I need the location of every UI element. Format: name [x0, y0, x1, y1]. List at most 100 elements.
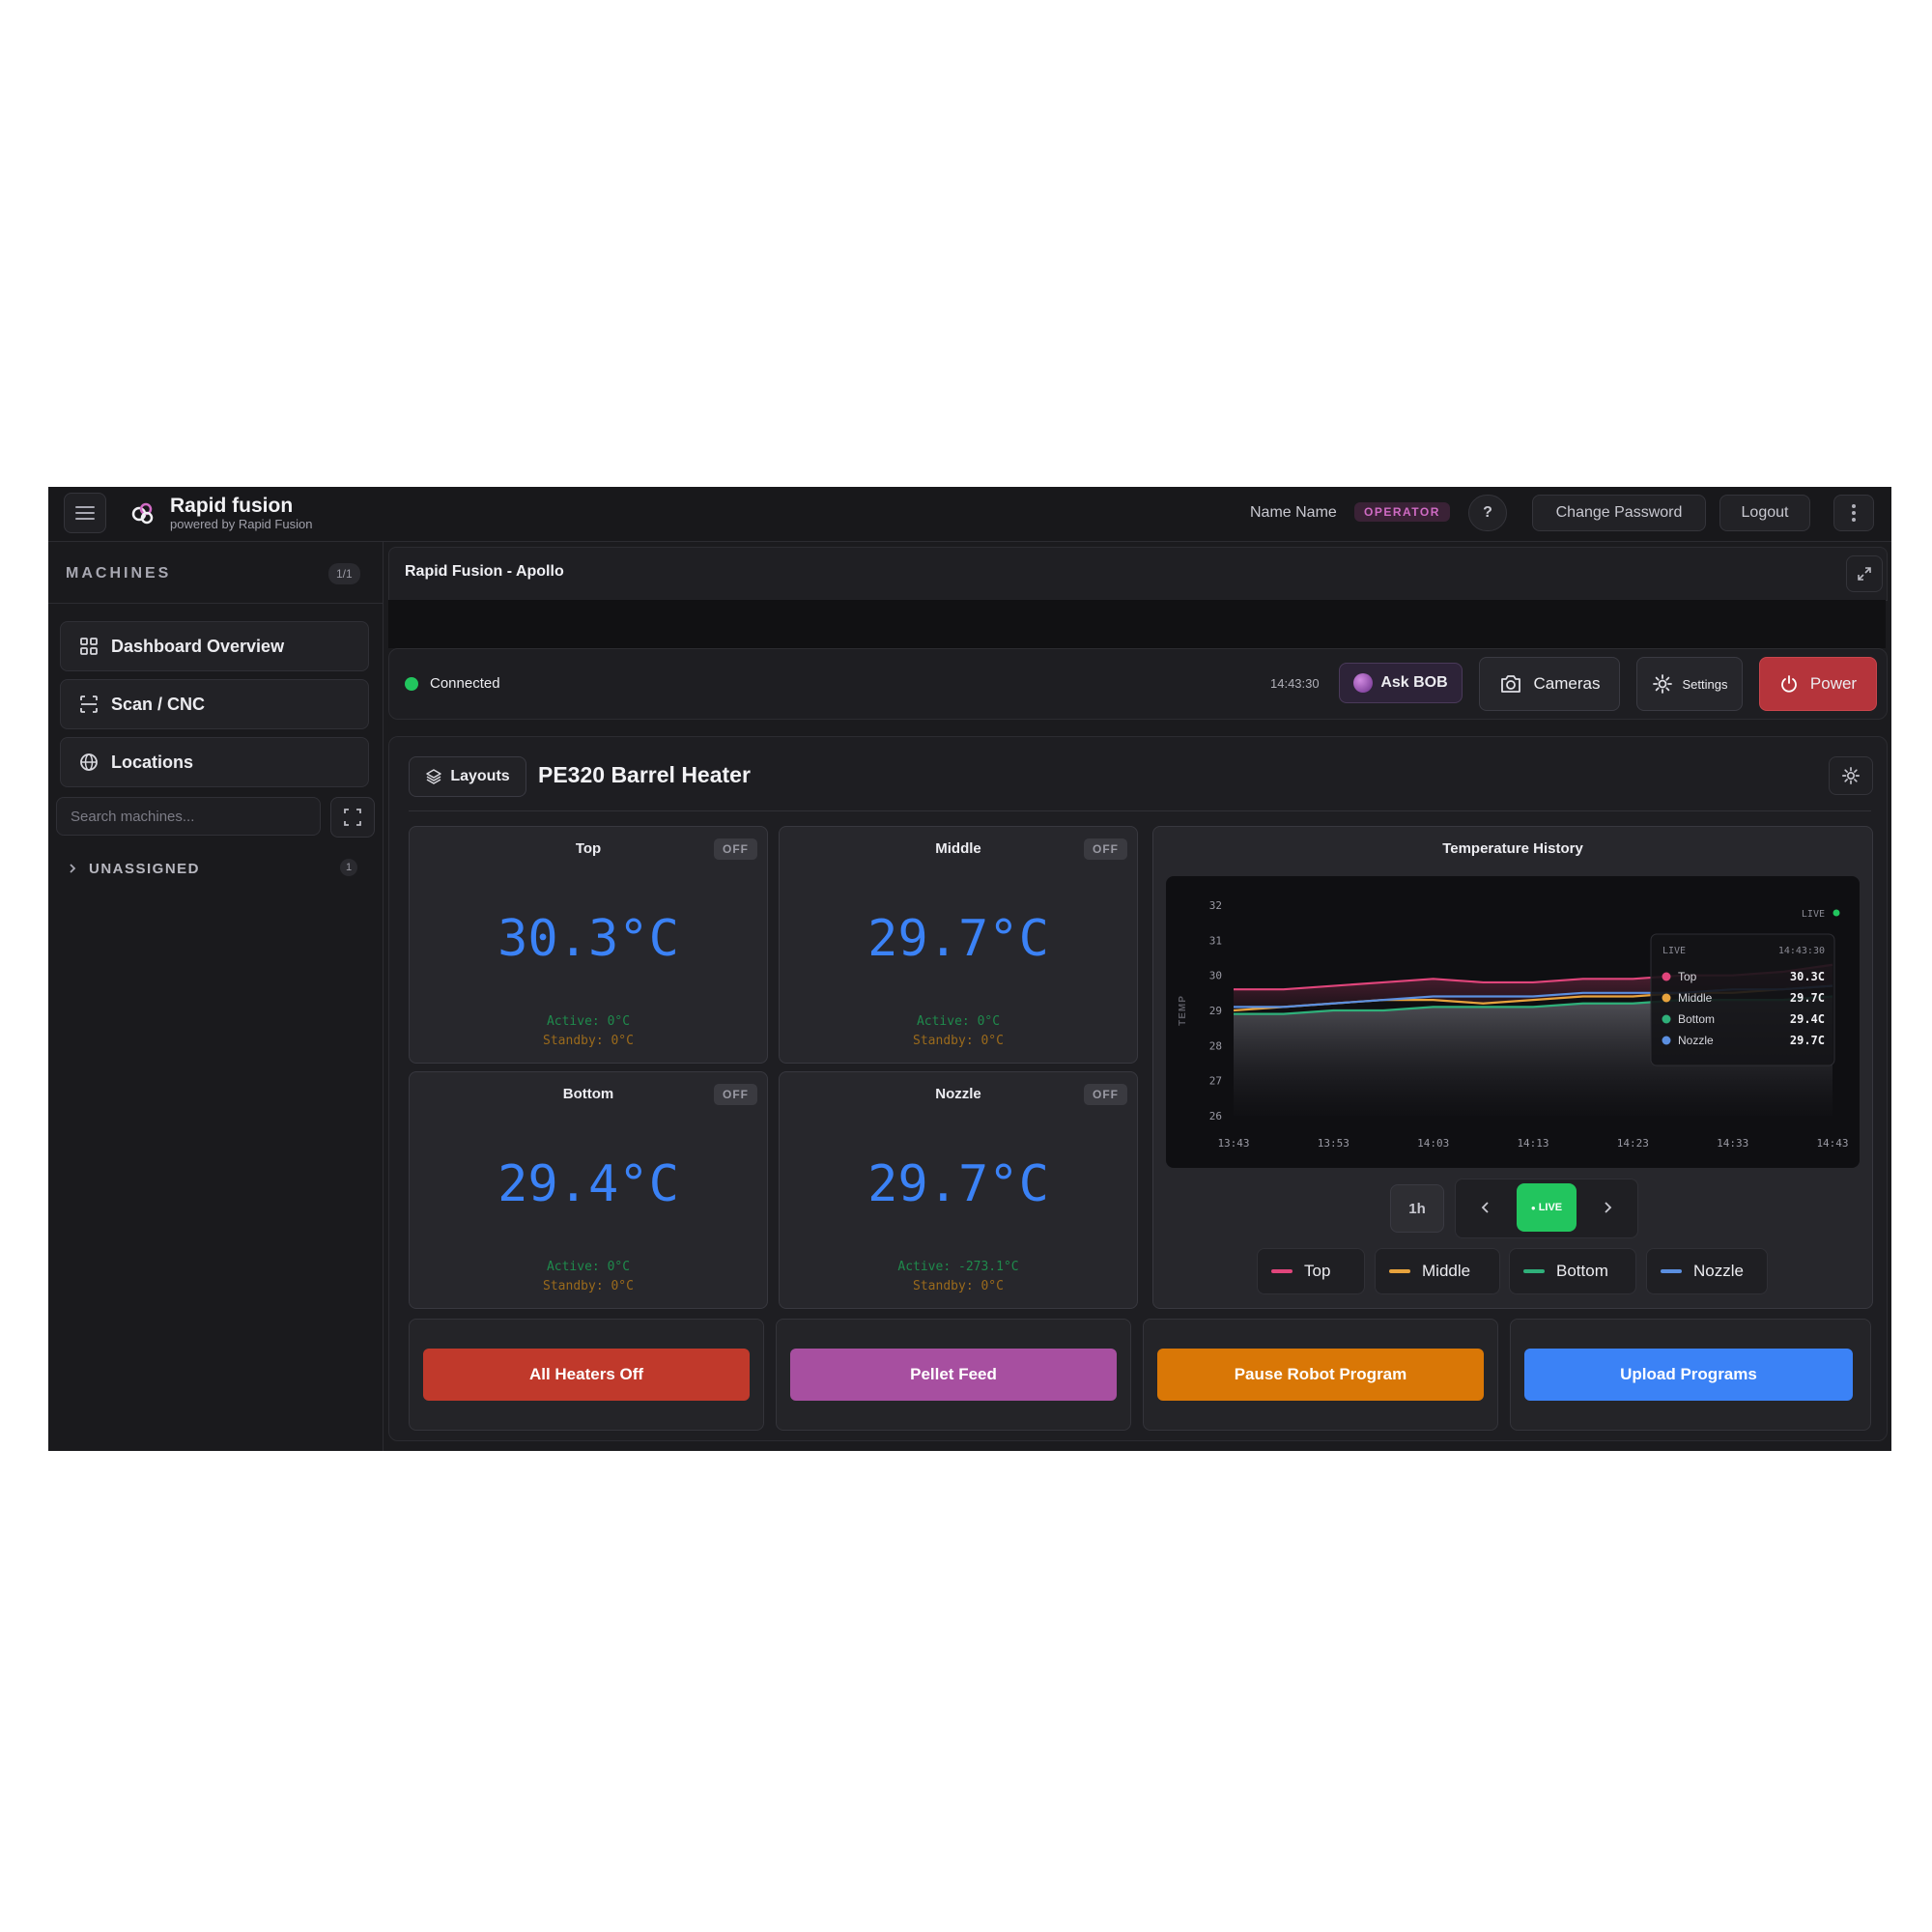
- legend-label: Top: [1304, 1262, 1331, 1280]
- sidebar-item-label: Dashboard Overview: [111, 636, 285, 656]
- legend-swatch-icon: [1661, 1269, 1682, 1273]
- live-indicator-dot: [1833, 909, 1840, 917]
- section-title: PE320 Barrel Heater: [538, 762, 751, 787]
- settings-label: Settings: [1682, 676, 1728, 692]
- gear-icon: [1652, 674, 1672, 694]
- legend-toggle-bottom[interactable]: Bottom: [1509, 1248, 1636, 1294]
- sidebar-item-locations[interactable]: Locations: [60, 737, 369, 787]
- legend-toggle-middle[interactable]: Middle: [1375, 1248, 1500, 1294]
- legend-label: Nozzle: [1693, 1262, 1744, 1280]
- heater-standby-setpoint: Standby: 0°C: [913, 1034, 1004, 1048]
- logout-button[interactable]: Logout: [1719, 495, 1810, 531]
- kebab-icon: [1852, 504, 1856, 522]
- section-divider: [409, 810, 1871, 811]
- brand[interactable]: Rapid fusion powered by Rapid Fusion: [129, 495, 312, 531]
- unassigned-group[interactable]: UNASSIGNED: [68, 857, 367, 880]
- app-window: Rapid fusion powered by Rapid Fusion Nam…: [48, 487, 1891, 1451]
- settings-button[interactable]: Settings: [1636, 657, 1743, 711]
- connection-label: Connected: [430, 675, 500, 692]
- heater-state-badge[interactable]: OFF: [714, 1084, 757, 1105]
- heater-state-badge[interactable]: OFF: [714, 838, 757, 860]
- search-machines-input[interactable]: [56, 797, 321, 836]
- live-nav-group: ● LIVE: [1455, 1179, 1638, 1238]
- scan-search-button[interactable]: [330, 797, 375, 838]
- logo-icon: [131, 502, 154, 525]
- y-axis-label: TEMP: [1178, 995, 1188, 1026]
- help-button[interactable]: ?: [1468, 495, 1507, 531]
- chevron-right-icon: [1605, 1202, 1612, 1213]
- y-tick-label: 27: [1209, 1075, 1222, 1088]
- x-tick-label: 14:03: [1417, 1137, 1449, 1150]
- live-indicator-label: LIVE: [1802, 909, 1825, 920]
- tooltip-series-name: Bottom: [1678, 1012, 1715, 1026]
- legend-swatch-icon: [1523, 1269, 1545, 1273]
- group-label: UNASSIGNED: [89, 860, 201, 877]
- chevron-left-icon: [1481, 1202, 1489, 1213]
- ask-bob-label: Ask BOB: [1380, 674, 1448, 691]
- machines-count: 1/1: [328, 563, 360, 584]
- sidebar-item-scan-cnc[interactable]: Scan / CNC: [60, 679, 369, 729]
- sidebar-divider: [48, 603, 383, 604]
- heater-card-middle[interactable]: Middle OFF 29.7°C Active: 0°C Standby: 0…: [779, 826, 1138, 1064]
- live-button-label: LIVE: [1538, 1202, 1563, 1213]
- heater-active-setpoint: Active: -273.1°C: [897, 1260, 1019, 1274]
- action-card-pellet-feed: Pellet Feed: [776, 1319, 1131, 1431]
- tooltip-time: 14:43:30: [1778, 946, 1825, 956]
- heater-standby-setpoint: Standby: 0°C: [543, 1034, 634, 1048]
- previous-button[interactable]: [1465, 1187, 1506, 1228]
- range-1h-button[interactable]: 1h: [1390, 1184, 1444, 1233]
- heater-active-setpoint: Active: 0°C: [546, 1014, 631, 1029]
- heater-standby-setpoint: Standby: 0°C: [913, 1279, 1004, 1293]
- cameras-button[interactable]: Cameras: [1479, 657, 1620, 711]
- power-label: Power: [1809, 674, 1858, 693]
- tooltip-dot-bottom: [1662, 1014, 1671, 1024]
- expand-scan-icon: [344, 809, 361, 826]
- next-button[interactable]: [1587, 1187, 1628, 1228]
- x-tick-label: 14:33: [1717, 1137, 1748, 1150]
- change-password-button[interactable]: Change Password: [1532, 495, 1706, 531]
- machine-title: Rapid Fusion - Apollo: [405, 563, 564, 580]
- sidebar-item-label: Locations: [111, 752, 194, 772]
- heater-card-bottom[interactable]: Bottom OFF 29.4°C Active: 0°C Standby: 0…: [409, 1071, 768, 1309]
- layouts-button[interactable]: Layouts: [409, 756, 526, 797]
- more-options-button[interactable]: [1833, 495, 1874, 531]
- heater-temperature: 29.7°C: [867, 910, 1049, 968]
- status-time: 14:43:30: [1270, 676, 1320, 691]
- ask-bob-button[interactable]: Ask BOB: [1339, 663, 1463, 703]
- hamburger-icon: [75, 506, 95, 520]
- sidebar-item-dashboard-overview[interactable]: Dashboard Overview: [60, 621, 369, 671]
- heater-card-top[interactable]: Top OFF 30.3°C Active: 0°C Standby: 0°C: [409, 826, 768, 1064]
- heater-state-badge[interactable]: OFF: [1084, 838, 1127, 860]
- section-settings-button[interactable]: [1829, 756, 1873, 795]
- y-tick-label: 30: [1209, 970, 1222, 982]
- legend-label: Bottom: [1556, 1262, 1608, 1280]
- gear-icon: [1842, 767, 1860, 784]
- legend-toggle-nozzle[interactable]: Nozzle: [1646, 1248, 1768, 1294]
- heater-card-nozzle[interactable]: Nozzle OFF 29.7°C Active: -273.1°C Stand…: [779, 1071, 1138, 1309]
- pause-robot-program-button[interactable]: Pause Robot Program: [1157, 1349, 1484, 1401]
- action-card-heaters-off: All Heaters Off: [409, 1319, 764, 1431]
- heater-state-badge[interactable]: OFF: [1084, 1084, 1127, 1105]
- panel-spacer: [388, 600, 1886, 648]
- group-count: 1: [340, 859, 358, 876]
- legend-toggle-top[interactable]: Top: [1257, 1248, 1365, 1294]
- power-button[interactable]: Power: [1759, 657, 1877, 711]
- all-heaters-off-button[interactable]: All Heaters Off: [423, 1349, 750, 1401]
- history-title: Temperature History: [1442, 840, 1583, 857]
- layouts-label: Layouts: [450, 768, 510, 784]
- menu-button[interactable]: [64, 493, 106, 533]
- x-tick-label: 14:23: [1617, 1137, 1649, 1150]
- legend-swatch-icon: [1389, 1269, 1410, 1273]
- upload-programs-button[interactable]: Upload Programs: [1524, 1349, 1853, 1401]
- fullscreen-button[interactable]: [1846, 555, 1883, 592]
- live-button[interactable]: ● LIVE: [1517, 1183, 1577, 1232]
- connection-status: Connected: [405, 675, 500, 692]
- sidebar: MACHINES 1/1 Dashboard Overview Scan / C…: [48, 542, 384, 1451]
- temperature-chart[interactable]: 26 27 28 29 30 31 32 TEMP 13:43 13:53 14:03 14:13 14…: [1166, 876, 1860, 1168]
- pellet-feed-button[interactable]: Pellet Feed: [790, 1349, 1117, 1401]
- top-bar: Rapid fusion powered by Rapid Fusion Nam…: [48, 487, 1891, 542]
- status-dot-icon: [405, 676, 418, 691]
- tooltip-dot-nozzle: [1662, 1036, 1671, 1045]
- layers-icon: [426, 769, 442, 784]
- heater-standby-setpoint: Standby: 0°C: [543, 1279, 634, 1293]
